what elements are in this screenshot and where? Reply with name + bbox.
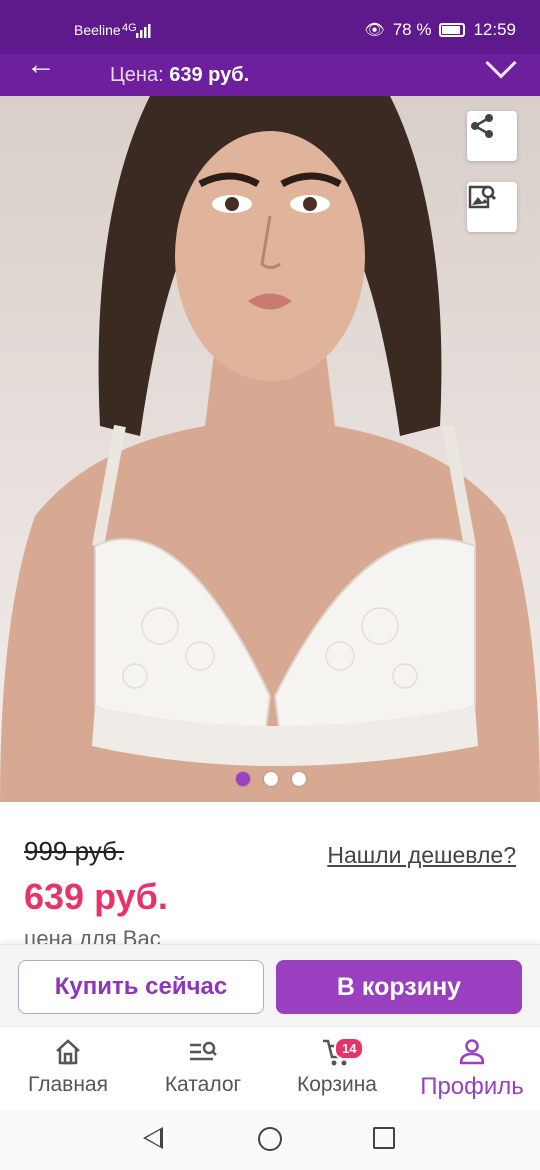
product-gallery[interactable] xyxy=(0,96,540,802)
system-home-icon[interactable] xyxy=(258,1127,282,1151)
system-back-icon[interactable] xyxy=(143,1127,163,1149)
nav-item-cart[interactable]: 14 Корзина xyxy=(290,1035,384,1097)
bottom-navigation: Главная Каталог 14 Корзина Профиль xyxy=(0,1026,540,1110)
system-recents-icon[interactable] xyxy=(373,1127,395,1149)
clock: 12:59 xyxy=(473,20,516,39)
status-bar: Beeline 4G 👁 78 % 12:59 xyxy=(0,0,540,54)
header-price: Цена: 639 руб. xyxy=(110,64,249,87)
carrier-name: Beeline xyxy=(74,22,121,38)
network-indicator: 4G xyxy=(122,22,137,34)
old-price: 999 руб. xyxy=(24,836,125,866)
buy-now-button[interactable]: Купить сейчас xyxy=(18,960,264,1014)
catalog-search-icon xyxy=(190,1041,217,1061)
header-price-value: 639 руб. xyxy=(169,64,250,86)
gallery-dot[interactable] xyxy=(236,772,250,786)
nav-label-catalog: Каталог xyxy=(164,1073,242,1096)
found-cheaper-link[interactable]: Нашли дешевле? xyxy=(327,842,516,869)
battery-percent: 78 % xyxy=(392,20,432,39)
nav-label-cart: Корзина xyxy=(297,1073,377,1096)
gallery-dot[interactable] xyxy=(264,772,278,786)
current-price: 639 руб. xyxy=(24,876,168,917)
share-button[interactable] xyxy=(467,111,517,161)
nav-item-home[interactable]: Главная xyxy=(22,1035,114,1097)
add-to-cart-button[interactable]: В корзину xyxy=(276,960,522,1014)
image-search-button[interactable] xyxy=(467,182,517,232)
gallery-dot[interactable] xyxy=(292,772,306,786)
nav-label-home: Главная xyxy=(28,1073,108,1096)
back-arrow-icon[interactable]: ← xyxy=(26,48,56,82)
header-price-label: Цена: xyxy=(110,64,164,86)
eye-comfort-icon: 👁 xyxy=(364,22,385,39)
signal-icon xyxy=(136,24,151,38)
nav-item-profile[interactable]: Профиль xyxy=(410,1035,534,1101)
home-icon xyxy=(56,1039,80,1065)
product-photo xyxy=(0,96,540,802)
nav-label-profile: Профиль xyxy=(420,1073,524,1100)
gallery-pagination xyxy=(236,772,306,786)
battery-icon xyxy=(439,23,466,37)
action-bar: Купить сейчас В корзину xyxy=(0,944,540,1026)
product-header: ← Цена: 639 руб. xyxy=(0,47,540,96)
share-icon xyxy=(471,114,493,138)
price-block: 999 руб. Нашли дешевле? 639 руб. цена дл… xyxy=(0,802,540,951)
nav-item-catalog[interactable]: Каталог xyxy=(156,1035,250,1097)
system-navigation xyxy=(0,1110,540,1170)
cart-badge: 14 xyxy=(334,1037,365,1060)
status-right: 👁 78 % 12:59 xyxy=(364,20,516,40)
profile-icon xyxy=(459,1039,485,1065)
image-search-icon xyxy=(468,185,497,209)
